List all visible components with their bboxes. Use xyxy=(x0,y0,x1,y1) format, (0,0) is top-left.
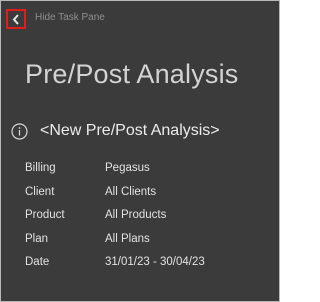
page-title: Pre/Post Analysis xyxy=(25,59,239,89)
task-pane: Hide Task Pane Pre/Post Analysis <New Pr… xyxy=(0,0,280,302)
detail-value: All Plans xyxy=(105,232,150,245)
detail-value: All Clients xyxy=(105,185,157,198)
detail-row-product: Product All Products xyxy=(25,209,205,233)
detail-value: Pegasus xyxy=(105,162,150,174)
info-icon[interactable] xyxy=(11,123,28,140)
hide-task-pane-label[interactable]: Hide Task Pane xyxy=(35,12,105,23)
hide-task-pane-button[interactable] xyxy=(6,9,26,29)
chevron-left-icon xyxy=(12,13,19,25)
analysis-details: Billing Pegasus Client All Clients Produ… xyxy=(25,162,205,280)
detail-label: Date xyxy=(25,256,50,268)
detail-label: Plan xyxy=(25,232,49,245)
detail-row-plan: Plan All Plans xyxy=(25,233,205,257)
detail-value: 31/01/23 - 30/04/23 xyxy=(105,256,205,268)
detail-label: Billing xyxy=(25,162,56,174)
detail-row-billing: Billing Pegasus xyxy=(25,162,205,186)
detail-value: All Products xyxy=(105,209,167,221)
analysis-name: <New Pre/Post Analysis> xyxy=(40,122,220,139)
detail-label: Client xyxy=(25,185,55,198)
detail-row-client: Client All Clients xyxy=(25,186,205,210)
detail-label: Product xyxy=(25,209,65,221)
detail-row-date: Date 31/01/23 - 30/04/23 xyxy=(25,256,205,280)
